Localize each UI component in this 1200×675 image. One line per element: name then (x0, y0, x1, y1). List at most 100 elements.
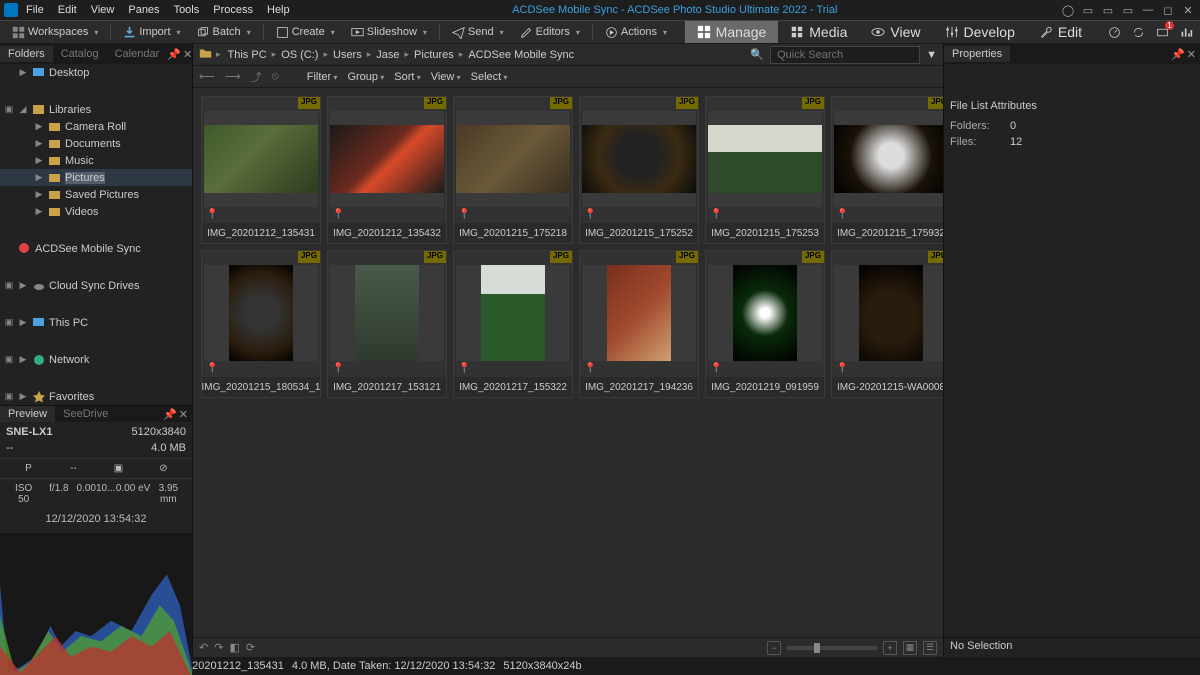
layout1-icon[interactable]: ▭ (1080, 4, 1096, 17)
tree-lib-pictures[interactable]: ▶Pictures (0, 169, 192, 186)
menu-edit[interactable]: Edit (58, 4, 77, 16)
close-preview-icon[interactable]: ✕ (179, 408, 188, 421)
tab-seedrive[interactable]: SeeDrive (55, 406, 116, 422)
tree-favorites[interactable]: ▣▶Favorites (0, 388, 192, 405)
tab-folders[interactable]: Folders (0, 46, 53, 62)
tab-preview[interactable]: Preview (0, 406, 55, 422)
compare-icon[interactable]: ◧ (229, 641, 239, 654)
tree-lib-saved-pictures[interactable]: ▶Saved Pictures (0, 186, 192, 203)
send-button[interactable]: Send (446, 24, 510, 41)
filter-dropdown[interactable]: Filter (307, 71, 338, 83)
sync-icon[interactable] (1130, 24, 1146, 40)
mode-develop[interactable]: Develop (933, 21, 1027, 43)
titlebar: File Edit View Panes Tools Process Help … (0, 0, 1200, 20)
messages-icon[interactable] (1154, 24, 1170, 40)
thumb-filename: IMG-20201215-WA0008 (832, 377, 943, 397)
thumbnail[interactable]: JPG📍IMG-20201215-WA0008 (831, 250, 943, 398)
minimize-icon[interactable]: — (1140, 4, 1156, 16)
tab-catalog[interactable]: Catalog (53, 46, 107, 62)
zoom-out-button[interactable]: − (767, 641, 781, 655)
refresh-icon[interactable]: ⟳ (246, 641, 255, 654)
path-seg-4[interactable]: Pictures (411, 48, 457, 62)
tree-lib-documents[interactable]: ▶Documents (0, 135, 192, 152)
thumbnail[interactable]: JPG📍IMG_20201215_175932 (831, 96, 943, 244)
thumbnail[interactable]: JPG📍IMG_20201219_091959 (705, 250, 825, 398)
layout3-icon[interactable]: ▭ (1120, 4, 1136, 17)
maximize-icon[interactable]: ◻ (1160, 4, 1176, 17)
thumbnail[interactable]: JPG📍IMG_20201217_153121 (327, 250, 447, 398)
thumbnail[interactable]: JPG📍IMG_20201212_135431 (201, 96, 321, 244)
chart-icon[interactable] (1178, 24, 1194, 40)
thumbnail[interactable]: JPG📍IMG_20201217_155322 (453, 250, 573, 398)
menu-tools[interactable]: Tools (174, 4, 200, 16)
path-seg-3[interactable]: Jase (373, 48, 402, 62)
nav-up-icon[interactable]: ⤴ (251, 69, 262, 85)
menu-help[interactable]: Help (267, 4, 290, 16)
menu-file[interactable]: File (26, 4, 44, 16)
rotate-left-icon[interactable]: ↶ (199, 641, 208, 654)
workspaces-button[interactable]: Workspaces (6, 24, 104, 41)
menu-process[interactable]: Process (213, 4, 253, 16)
thumbnail[interactable]: JPG📍IMG_20201215_180534_1 (201, 250, 321, 398)
import-button[interactable]: Import (117, 24, 186, 41)
folder-icon[interactable] (199, 47, 212, 63)
tab-calendar[interactable]: Calendar (107, 46, 168, 62)
menu-view[interactable]: View (91, 4, 115, 16)
quick-search-input[interactable] (770, 46, 920, 64)
tree-network[interactable]: ▣▶Network (0, 351, 192, 368)
layout2-icon[interactable]: ▭ (1100, 4, 1116, 17)
rotate-right-icon[interactable]: ↷ (214, 641, 223, 654)
editors-button[interactable]: Editors (514, 24, 586, 41)
user-icon[interactable]: ◯ (1060, 4, 1076, 17)
mode-edit[interactable]: Edit (1027, 21, 1094, 43)
close-pane-icon[interactable]: ✕ (183, 48, 192, 61)
filter-funnel-icon[interactable]: ▼ (926, 49, 937, 61)
path-seg-0[interactable]: This PC (225, 48, 270, 62)
nav-fwd-icon[interactable]: ⟶ (225, 70, 241, 83)
slideshow-button[interactable]: Slideshow (345, 24, 433, 41)
batch-button[interactable]: Batch (191, 24, 257, 41)
close-props-icon[interactable]: ✕ (1187, 48, 1196, 61)
thumbnail[interactable]: JPG📍IMG_20201215_175253 (705, 96, 825, 244)
create-button[interactable]: Create (270, 24, 341, 41)
view-thumb-button[interactable]: ▦ (903, 641, 917, 655)
tree-mobile-sync[interactable]: ACDSee Mobile Sync (0, 240, 192, 257)
pin-icon[interactable]: 📌 (163, 408, 177, 421)
format-badge: JPG (424, 97, 446, 109)
thumbnail[interactable]: JPG📍IMG_20201212_135432 (327, 96, 447, 244)
thumbnail[interactable]: JPG📍IMG_20201215_175252 (579, 96, 699, 244)
actions-button[interactable]: Actions (599, 24, 673, 41)
tree-lib-music[interactable]: ▶Music (0, 152, 192, 169)
thumbnail[interactable]: JPG📍IMG_20201217_194236 (579, 250, 699, 398)
tree-libraries[interactable]: ▣◢Libraries (0, 101, 192, 118)
dashboard-icon[interactable] (1106, 24, 1122, 40)
close-icon[interactable]: ✕ (1180, 4, 1196, 17)
select-dropdown[interactable]: Select (471, 71, 508, 83)
mode-media[interactable]: Media (778, 21, 859, 43)
group-dropdown[interactable]: Group (347, 71, 384, 83)
zoom-in-button[interactable]: + (883, 641, 897, 655)
tree-desktop[interactable]: ▶Desktop (0, 64, 192, 81)
geo-pin-icon: 📍 (832, 209, 943, 223)
tree-cloud[interactable]: ▣▶Cloud Sync Drives (0, 277, 192, 294)
tab-properties[interactable]: Properties (944, 46, 1010, 62)
pin-icon[interactable]: 📌 (167, 48, 181, 61)
pin-icon[interactable]: 📌 (1171, 48, 1185, 61)
stop-icon[interactable]: ⦸ (272, 70, 279, 83)
path-seg-1[interactable]: OS (C:) (278, 48, 321, 62)
menu-panes[interactable]: Panes (128, 4, 159, 16)
mode-view[interactable]: View (859, 21, 932, 43)
tree-lib-camera-roll[interactable]: ▶Camera Roll (0, 118, 192, 135)
view-detail-button[interactable]: ☰ (923, 641, 937, 655)
tree-thispc[interactable]: ▣▶This PC (0, 314, 192, 331)
tree-lib-videos[interactable]: ▶Videos (0, 203, 192, 220)
sort-dropdown[interactable]: Sort (394, 71, 420, 83)
nav-back-icon[interactable]: ⟵ (199, 70, 215, 83)
mode-manage[interactable]: Manage (685, 21, 779, 43)
thumb-toolbar: ↶ ↷ ◧ ⟳ − + ▦ ☰ (193, 637, 943, 657)
path-seg-5[interactable]: ACDSee Mobile Sync (465, 48, 577, 62)
view-dropdown[interactable]: View (431, 71, 461, 83)
thumbnail[interactable]: JPG📍IMG_20201215_175218 (453, 96, 573, 244)
path-seg-2[interactable]: Users (330, 48, 365, 62)
zoom-slider[interactable] (787, 646, 877, 650)
